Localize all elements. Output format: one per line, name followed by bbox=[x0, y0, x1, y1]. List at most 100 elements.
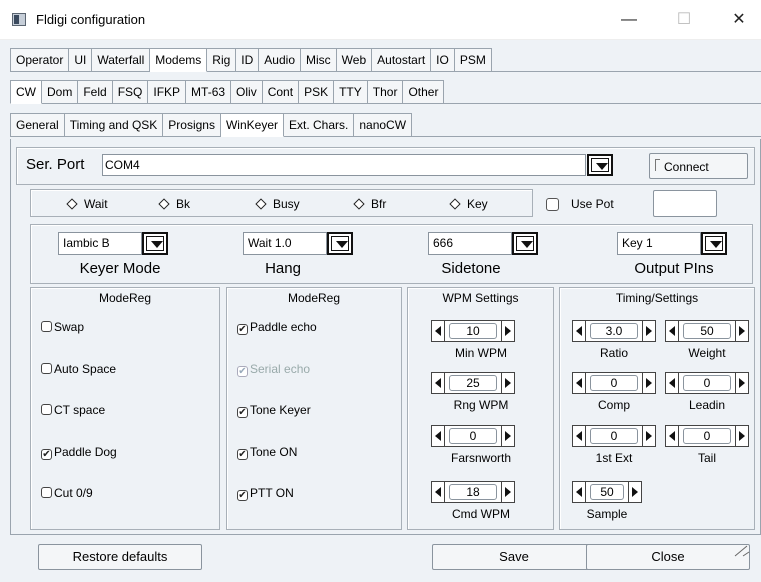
leadin-decrement-button[interactable] bbox=[665, 372, 679, 394]
save-button[interactable]: Save bbox=[432, 544, 596, 570]
1st-ext-value[interactable]: 0 bbox=[586, 425, 642, 447]
tab-cw[interactable]: CW bbox=[10, 80, 42, 104]
tail-increment-button[interactable] bbox=[735, 425, 749, 447]
sample-value[interactable]: 50 bbox=[586, 481, 628, 503]
close-window-button[interactable]: ✕ bbox=[724, 10, 754, 32]
ptt-on-checkbox[interactable]: ✔ bbox=[237, 490, 248, 501]
swap-checkbox[interactable] bbox=[41, 321, 52, 332]
farsnworth-value[interactable]: 0 bbox=[445, 425, 501, 447]
hang-dropdown-button[interactable] bbox=[327, 232, 353, 255]
tone-on-checkbox[interactable]: ✔ bbox=[237, 448, 248, 460]
tab-modems[interactable]: Modems bbox=[150, 48, 208, 72]
rng-wpm-value[interactable]: 25 bbox=[445, 372, 501, 394]
tab-web[interactable]: Web bbox=[336, 48, 373, 72]
output-pins-dropdown-button[interactable] bbox=[701, 232, 727, 255]
sample-decrement-button[interactable] bbox=[572, 481, 586, 503]
keyer-mode-dropdown-button[interactable] bbox=[142, 232, 168, 255]
tab-audio[interactable]: Audio bbox=[259, 48, 301, 72]
tail-value[interactable]: 0 bbox=[679, 425, 735, 447]
comp-value[interactable]: 0 bbox=[586, 372, 642, 394]
tail-decrement-button[interactable] bbox=[665, 425, 679, 447]
comp-decrement-button[interactable] bbox=[572, 372, 586, 394]
farsnworth-increment-button[interactable] bbox=[501, 425, 515, 447]
tab-oliv[interactable]: Oliv bbox=[231, 80, 263, 104]
comp-increment-button[interactable] bbox=[642, 372, 656, 394]
tab-fsq[interactable]: FSQ bbox=[112, 80, 149, 104]
paddle-dog-checkbox[interactable]: ✔ bbox=[41, 448, 52, 460]
ct-space-option[interactable]: CT space bbox=[41, 403, 105, 417]
tab-operator[interactable]: Operator bbox=[10, 48, 70, 72]
cmd-wpm-increment-button[interactable] bbox=[501, 481, 515, 503]
tab-ifkp[interactable]: IFKP bbox=[148, 80, 187, 104]
minimize-button[interactable]: — bbox=[614, 10, 644, 32]
tab-io[interactable]: IO bbox=[431, 48, 455, 72]
tab-ui[interactable]: UI bbox=[69, 48, 93, 72]
ratio-value[interactable]: 3.0 bbox=[586, 320, 642, 342]
output-pins-select[interactable]: Key 1 bbox=[617, 232, 701, 255]
tab-cont[interactable]: Cont bbox=[262, 80, 300, 104]
tab-waterfall[interactable]: Waterfall bbox=[92, 48, 151, 72]
tab-autostart[interactable]: Autostart bbox=[372, 48, 432, 72]
connect-button[interactable]: Connect bbox=[649, 153, 748, 179]
tab-prosigns[interactable]: Prosigns bbox=[163, 113, 221, 137]
use-pot-checkbox[interactable] bbox=[546, 198, 559, 211]
auto-space-checkbox[interactable] bbox=[41, 362, 52, 374]
ratio-decrement-button[interactable] bbox=[572, 320, 586, 342]
tab-psk[interactable]: PSK bbox=[299, 80, 335, 104]
tab-winkeyer[interactable]: WinKeyer bbox=[220, 113, 284, 137]
weight-value[interactable]: 50 bbox=[679, 320, 735, 342]
maximize-button[interactable]: ☐ bbox=[669, 10, 699, 32]
1st-ext-increment-button[interactable] bbox=[642, 425, 656, 447]
sample-increment-button[interactable] bbox=[628, 481, 642, 503]
min-wpm-increment-button[interactable] bbox=[501, 320, 515, 342]
paddle-echo-checkbox[interactable]: ✔ bbox=[237, 324, 248, 335]
tone-keyer-checkbox[interactable]: ✔ bbox=[237, 407, 248, 418]
1st-ext-decrement-button[interactable] bbox=[572, 425, 586, 447]
tab-feld[interactable]: Feld bbox=[78, 80, 113, 104]
restore-defaults-button[interactable]: Restore defaults bbox=[38, 544, 202, 570]
leadin-value[interactable]: 0 bbox=[679, 372, 735, 394]
tab-psm[interactable]: PSM bbox=[454, 48, 492, 72]
pot-value-input[interactable] bbox=[653, 190, 717, 217]
min-wpm-decrement-button[interactable] bbox=[431, 320, 445, 342]
min-wpm-value[interactable]: 10 bbox=[445, 320, 501, 342]
paddle-dog-option[interactable]: ✔ Paddle Dog bbox=[41, 445, 117, 460]
weight-increment-button[interactable] bbox=[735, 320, 749, 342]
farsnworth-decrement-button[interactable] bbox=[431, 425, 445, 447]
tab-misc[interactable]: Misc bbox=[301, 48, 337, 72]
ptt-on-option[interactable]: ✔ PTT ON bbox=[237, 486, 294, 501]
cut-0-9-checkbox[interactable] bbox=[41, 487, 52, 498]
resize-grip-icon[interactable] bbox=[733, 544, 751, 558]
serial-port-input[interactable]: COM4 bbox=[102, 154, 586, 176]
tab-mt-63[interactable]: MT-63 bbox=[186, 80, 232, 104]
weight-decrement-button[interactable] bbox=[665, 320, 679, 342]
tab-dom[interactable]: Dom bbox=[42, 80, 79, 104]
tab-timing-and-qsk[interactable]: Timing and QSK bbox=[64, 113, 164, 137]
tab-id[interactable]: ID bbox=[236, 48, 260, 72]
sidetone-select[interactable]: 666 bbox=[428, 232, 512, 255]
auto-space-option[interactable]: Auto Space bbox=[41, 362, 116, 376]
keyer-mode-select[interactable]: Iambic B bbox=[58, 232, 142, 255]
tab-rig[interactable]: Rig bbox=[207, 48, 237, 72]
paddle-echo-option[interactable]: ✔ Paddle echo bbox=[237, 320, 317, 335]
tab-tty[interactable]: TTY bbox=[334, 80, 368, 104]
cmd-wpm-decrement-button[interactable] bbox=[431, 481, 445, 503]
leadin-increment-button[interactable] bbox=[735, 372, 749, 394]
tab-ext-chars[interactable]: Ext. Chars. bbox=[284, 113, 355, 137]
tab-thor[interactable]: Thor bbox=[367, 80, 404, 104]
tab-general[interactable]: General bbox=[10, 113, 65, 137]
swap-option[interactable]: Swap bbox=[41, 320, 84, 334]
tone-on-option[interactable]: ✔ Tone ON bbox=[237, 445, 297, 460]
cmd-wpm-value[interactable]: 18 bbox=[445, 481, 501, 503]
cut-0-9-option[interactable]: Cut 0/9 bbox=[41, 486, 93, 500]
tab-nanocw[interactable]: nanoCW bbox=[354, 113, 413, 137]
rng-wpm-increment-button[interactable] bbox=[501, 372, 515, 394]
hang-select[interactable]: Wait 1.0 bbox=[243, 232, 327, 255]
ct-space-checkbox[interactable] bbox=[41, 404, 52, 415]
tab-other[interactable]: Other bbox=[403, 80, 445, 104]
tone-keyer-option[interactable]: ✔ Tone Keyer bbox=[237, 403, 311, 418]
close-button[interactable]: Close bbox=[586, 544, 750, 570]
serial-port-dropdown-button[interactable] bbox=[587, 154, 613, 176]
ratio-increment-button[interactable] bbox=[642, 320, 656, 342]
rng-wpm-decrement-button[interactable] bbox=[431, 372, 445, 394]
